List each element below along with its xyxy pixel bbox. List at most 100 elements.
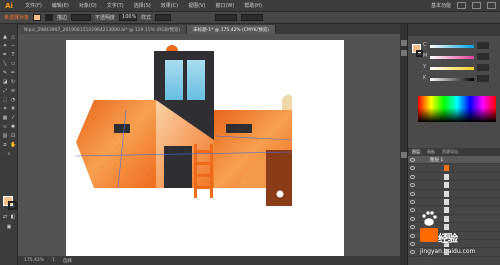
layers-panel-icon[interactable]	[401, 152, 407, 158]
visibility-eye-icon[interactable]	[410, 183, 415, 188]
mesh-icon[interactable]: #	[10, 106, 16, 112]
paintbrush-icon[interactable]: ✎	[2, 70, 8, 76]
default-colors-icon[interactable]: ◧	[10, 214, 16, 220]
layer-row[interactable]	[408, 181, 500, 190]
slider-k[interactable]: K	[423, 75, 496, 83]
menu-window[interactable]: 窗口(W)	[210, 2, 239, 9]
slider-c[interactable]: C	[423, 42, 496, 50]
slider-m[interactable]: M	[423, 53, 496, 61]
type-icon[interactable]: T	[10, 52, 16, 58]
blend-icon[interactable]: ∞	[2, 124, 8, 130]
pen-icon[interactable]: ✒	[2, 52, 8, 58]
color-panel-icon[interactable]	[401, 40, 407, 46]
hand-icon[interactable]: ✋	[10, 142, 16, 148]
layer-row[interactable]	[408, 198, 500, 207]
zoom-icon[interactable]: ⌕	[6, 151, 12, 157]
visibility-eye-icon[interactable]	[410, 158, 415, 162]
menu-type[interactable]: 文字(T)	[102, 2, 129, 9]
visibility-eye-icon[interactable]	[410, 208, 415, 213]
selection-icon[interactable]: ▲	[2, 34, 8, 40]
visibility-eye-icon[interactable]	[410, 225, 415, 230]
slider-track[interactable]	[430, 45, 474, 48]
window-controls: 基本功能	[431, 2, 496, 9]
stroke-color-preview[interactable]	[416, 50, 423, 57]
symbol-sprayer-icon[interactable]: ✺	[10, 124, 16, 130]
artboard[interactable]	[66, 40, 344, 265]
zoom-level[interactable]: 175.42%	[24, 258, 44, 263]
rectangle-icon[interactable]: ▭	[10, 61, 16, 67]
visibility-eye-icon[interactable]	[410, 199, 415, 204]
free-transform-icon[interactable]: ⬚	[2, 97, 8, 103]
eraser-icon[interactable]: ◪	[2, 79, 8, 85]
perspective-icon[interactable]: ⌗	[2, 106, 8, 112]
layer-row[interactable]: 图层 1	[408, 156, 500, 165]
color-panel: C M Y K	[408, 36, 500, 148]
shape-builder-icon[interactable]: ◔	[10, 97, 16, 103]
width-icon[interactable]: ≋	[10, 88, 16, 94]
close-button[interactable]	[487, 2, 496, 9]
menu-select[interactable]: 选择(S)	[129, 2, 156, 9]
eyedropper-icon[interactable]: ⁄	[10, 115, 16, 121]
x-field[interactable]	[215, 14, 238, 21]
canvas-area[interactable]	[18, 34, 400, 265]
stroke-swatch[interactable]	[8, 201, 17, 210]
lasso-icon[interactable]: ∽	[10, 43, 16, 49]
menu-edit[interactable]: 编辑(E)	[47, 2, 74, 9]
visibility-eye-icon[interactable]	[410, 191, 415, 196]
slider-value[interactable]	[477, 53, 489, 60]
layer-row[interactable]	[408, 164, 500, 173]
slider-value[interactable]	[477, 75, 489, 82]
swap-colors-icon[interactable]: ⇄	[2, 214, 8, 220]
slider-y[interactable]: Y	[423, 64, 496, 72]
magic-wand-icon[interactable]: ✦	[2, 43, 8, 49]
minimize-button[interactable]	[457, 2, 466, 9]
tab-layers[interactable]: 图层	[410, 149, 422, 155]
style-dropdown[interactable]	[155, 14, 172, 21]
watermark-badge	[420, 228, 438, 242]
stroke-weight-field[interactable]	[71, 14, 92, 21]
menu-view[interactable]: 视图(V)	[183, 2, 210, 9]
stroke-color-swatch[interactable]	[45, 14, 54, 21]
pencil-icon[interactable]: ✏	[10, 70, 16, 76]
visibility-eye-icon[interactable]	[410, 250, 415, 255]
visibility-eye-icon[interactable]	[410, 216, 415, 221]
opacity-field[interactable]: 100%	[119, 14, 138, 21]
screen-mode-icon[interactable]: ▣	[6, 224, 12, 230]
gradient-icon[interactable]: ▦	[2, 115, 8, 121]
visibility-eye-icon[interactable]	[410, 174, 415, 179]
line-icon[interactable]: ╲	[2, 61, 8, 67]
tab-document-1[interactable]: Nipic_29843907_20190815102964213000.ai* …	[18, 25, 188, 34]
layer-row[interactable]	[408, 190, 500, 198]
visibility-eye-icon[interactable]	[410, 166, 415, 171]
slider-track[interactable]	[430, 78, 474, 81]
menu-object[interactable]: 对象(O)	[74, 2, 102, 9]
y-field[interactable]	[241, 14, 264, 21]
menu-help[interactable]: 帮助(H)	[239, 2, 267, 9]
fill-color-swatch[interactable]	[33, 14, 42, 21]
stroke-label: 描边	[57, 15, 68, 21]
visibility-eye-icon[interactable]	[410, 233, 415, 238]
maximize-button[interactable]	[472, 2, 481, 9]
direct-selection-icon[interactable]: △	[10, 34, 16, 40]
tab-artboards[interactable]: 画板	[425, 149, 437, 155]
artboard-icon[interactable]: ⊡	[10, 133, 16, 139]
slice-icon[interactable]: ⧄	[2, 142, 8, 148]
layer-row[interactable]	[408, 173, 500, 182]
color-spectrum[interactable]	[418, 96, 496, 122]
page-number[interactable]: 1	[52, 258, 55, 263]
menu-effect[interactable]: 效果(C)	[156, 2, 183, 9]
workspace-switcher[interactable]: 基本功能	[431, 2, 451, 9]
tab-document-2[interactable]: 未标题-1* @ 175.42% (CMYK/预览)	[187, 25, 276, 34]
graph-icon[interactable]: ▥	[2, 133, 8, 139]
slider-value[interactable]	[477, 42, 489, 49]
tab-asset-export[interactable]: 资源导出	[440, 149, 460, 155]
rotate-icon[interactable]: ↻	[10, 79, 16, 85]
slider-track[interactable]	[430, 56, 474, 59]
vehicle-illustration[interactable]	[66, 40, 344, 265]
slider-track[interactable]	[430, 67, 474, 70]
slider-value[interactable]	[477, 64, 489, 71]
visibility-eye-icon[interactable]	[410, 241, 415, 246]
swatches-panel-icon[interactable]	[401, 50, 407, 56]
menu-file[interactable]: 文件(F)	[20, 2, 47, 9]
scale-icon[interactable]: ⤢	[2, 88, 8, 94]
